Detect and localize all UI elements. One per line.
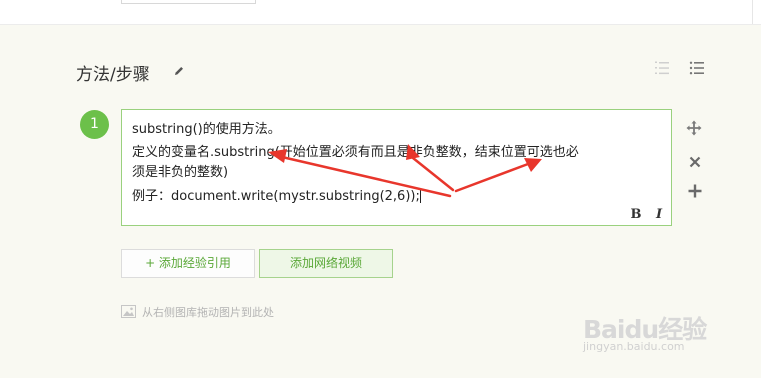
unordered-list-icon[interactable] <box>689 60 705 76</box>
add-video-button[interactable]: 添加网络视频 <box>259 249 393 278</box>
drop-hint: 从右侧图库拖动图片到此处 <box>121 304 274 320</box>
editor-line: 须是非负的整数) <box>132 165 229 180</box>
editor-line: 例子：document.write(mystr.substring(2,6)); <box>132 185 421 204</box>
watermark: Baidu经验 jingyan.baidu.com <box>583 310 707 353</box>
plus-icon[interactable] <box>687 183 703 199</box>
bold-button[interactable]: B <box>626 205 646 225</box>
previous-field-edge <box>121 0 256 4</box>
top-band <box>0 0 761 25</box>
section-title: 方法/步骤 <box>76 65 150 85</box>
editor-line-text: 例子：document.write(mystr.substring(2,6)); <box>132 189 420 204</box>
italic-button[interactable]: I <box>649 205 669 225</box>
divider <box>752 0 753 24</box>
image-icon <box>121 305 136 318</box>
pencil-icon[interactable] <box>172 64 186 78</box>
step-text-editor[interactable]: substring()的使用方法。 定义的变量名.substring(开始位置必… <box>121 109 672 226</box>
add-reference-button[interactable]: + 添加经验引用 <box>121 249 255 278</box>
watermark-url: jingyan.baidu.com <box>583 340 685 353</box>
editor-line: 定义的变量名.substring(开始位置必须有而且是非负整数，结束位置可选也必 <box>132 145 579 160</box>
step-number-badge: 1 <box>80 110 109 139</box>
editor-line: substring()的使用方法。 <box>132 122 281 137</box>
close-icon[interactable] <box>687 154 703 170</box>
ordered-list-icon[interactable] <box>654 60 670 76</box>
move-icon[interactable] <box>686 120 702 136</box>
text-cursor <box>419 188 421 203</box>
drop-hint-text: 从右侧图库拖动图片到此处 <box>142 306 274 319</box>
